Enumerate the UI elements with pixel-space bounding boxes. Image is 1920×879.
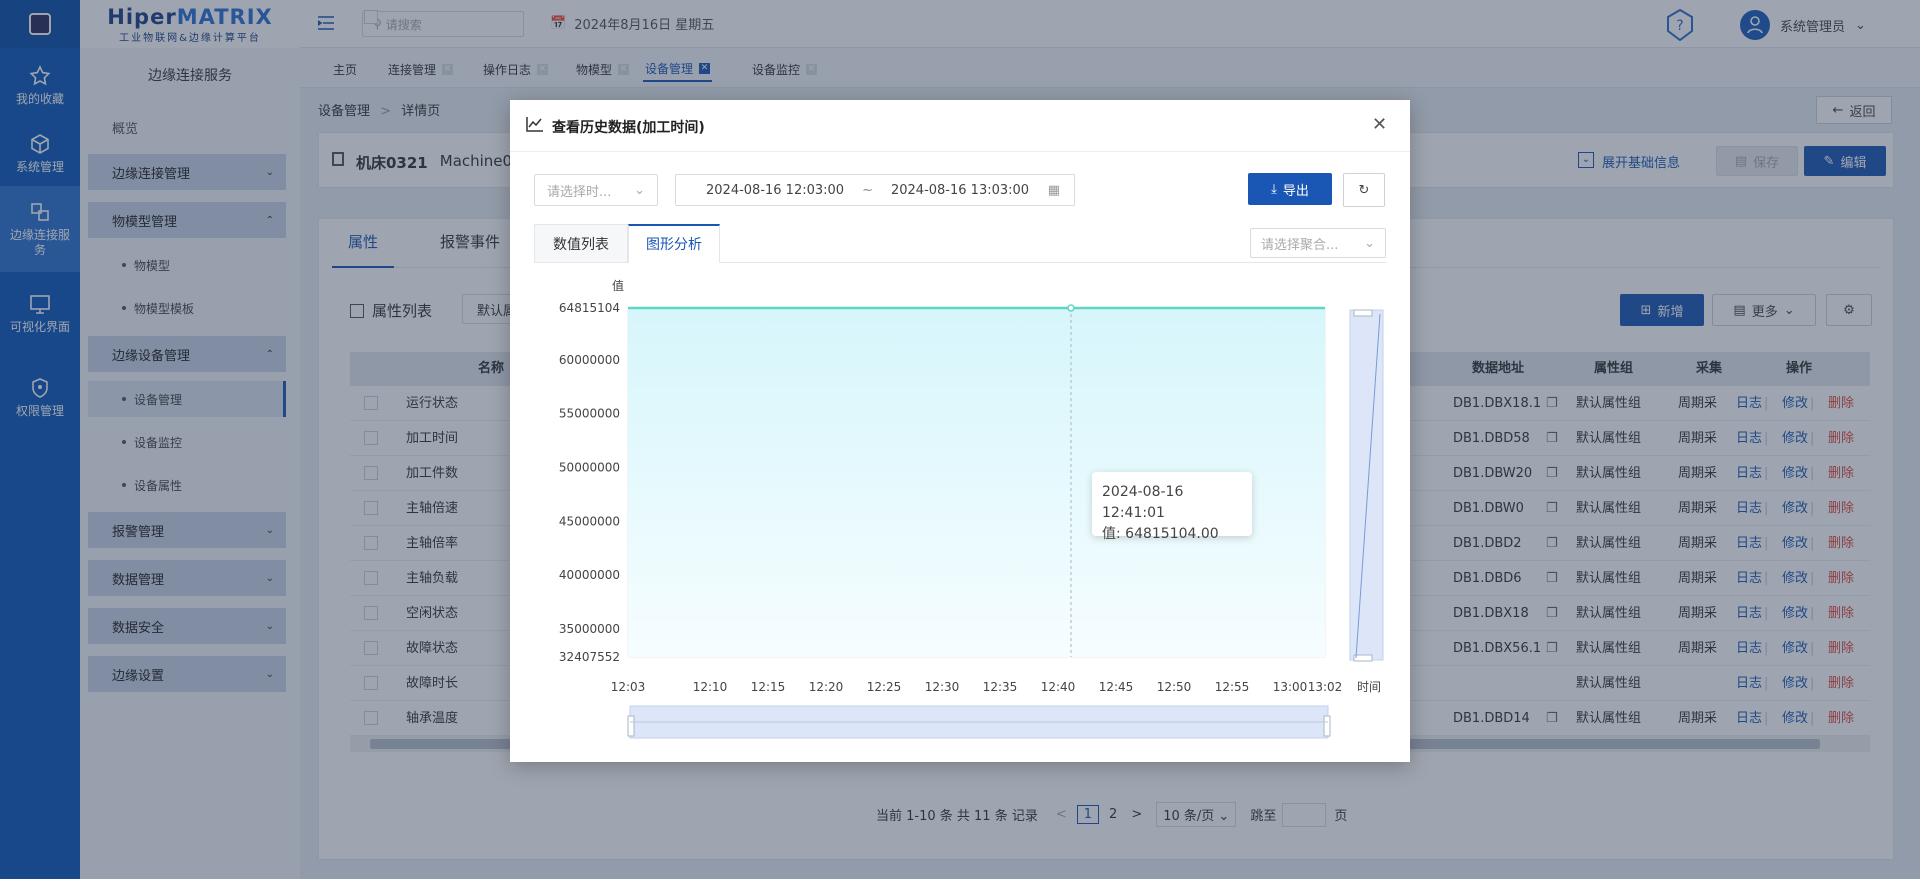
chart-tooltip: 2024-08-16 12:41:01 值: 64815104.00 — [1092, 472, 1252, 542]
x-tick-label: 12:55 — [1215, 680, 1250, 694]
tab-value-list[interactable]: 数值列表 — [534, 224, 628, 263]
x-axis-label: 时间 — [1357, 680, 1381, 694]
date-range-picker[interactable]: 2024-08-16 12:03:00 ~ 2024-08-16 13:03:0… — [675, 174, 1075, 206]
vertical-zoom-slider[interactable] — [1349, 309, 1384, 661]
x-tick-label: 12:15 — [751, 680, 786, 694]
export-button[interactable]: ⤓ 导出 — [1248, 173, 1332, 205]
refresh-icon: ↻ — [1358, 182, 1370, 198]
y-tick-label: 45000000 — [559, 514, 620, 528]
chevron-down-icon: ⌄ — [634, 182, 645, 198]
download-icon: ⤓ — [1271, 181, 1277, 197]
vertical-zoom-handle-top[interactable] — [1353, 309, 1373, 317]
y-tick-label: 64815104 — [559, 301, 620, 315]
y-tick-label: 60000000 — [559, 353, 620, 367]
line-chart-icon — [526, 117, 543, 132]
y-tick-label: 32407552 — [559, 650, 620, 664]
x-tick-label: 12:20 — [809, 680, 844, 694]
modal-title: 查看历史数据(加工时间) — [552, 120, 705, 136]
history-chart[interactable]: 64815104 60000000 55000000 50000000 45000000… — [530, 272, 1410, 752]
tab-chart-analysis[interactable]: 图形分析 — [628, 224, 720, 263]
x-tick-label: 12:03 — [611, 680, 646, 694]
x-tick-label: 12:45 — [1099, 680, 1134, 694]
chevron-down-icon: ⌄ — [1364, 235, 1375, 251]
x-tick-label: 12:10 — [693, 680, 728, 694]
x-tick-label: 12:30 — [925, 680, 960, 694]
x-tick-label: 12:25 — [867, 680, 902, 694]
x-tick-label: 12:50 — [1157, 680, 1192, 694]
aggregation-select[interactable]: 请选择聚合... ⌄ — [1250, 228, 1386, 258]
horizontal-zoom-handle-left[interactable] — [627, 715, 635, 737]
x-tick-label: 13:00 — [1273, 680, 1308, 694]
horizontal-zoom-handle-right[interactable] — [1323, 715, 1331, 737]
x-tick-label: 12:40 — [1041, 680, 1076, 694]
time-preset-select[interactable]: 请选择时... ⌄ — [534, 174, 658, 206]
y-tick-label: 35000000 — [559, 622, 620, 636]
close-icon[interactable]: ✕ — [1372, 114, 1387, 135]
y-axis-label: 值 — [612, 278, 624, 293]
calendar-icon: ▦ — [1047, 182, 1060, 198]
vertical-zoom-handle-bottom[interactable] — [1353, 654, 1373, 662]
y-tick-label: 50000000 — [559, 461, 620, 475]
highlight-point[interactable] — [1067, 304, 1075, 312]
y-tick-label: 40000000 — [559, 568, 620, 582]
y-tick-label: 55000000 — [559, 407, 620, 421]
x-tick-label: 13:02 — [1308, 680, 1343, 694]
refresh-button[interactable]: ↻ — [1343, 173, 1385, 207]
x-tick-label: 12:35 — [983, 680, 1018, 694]
